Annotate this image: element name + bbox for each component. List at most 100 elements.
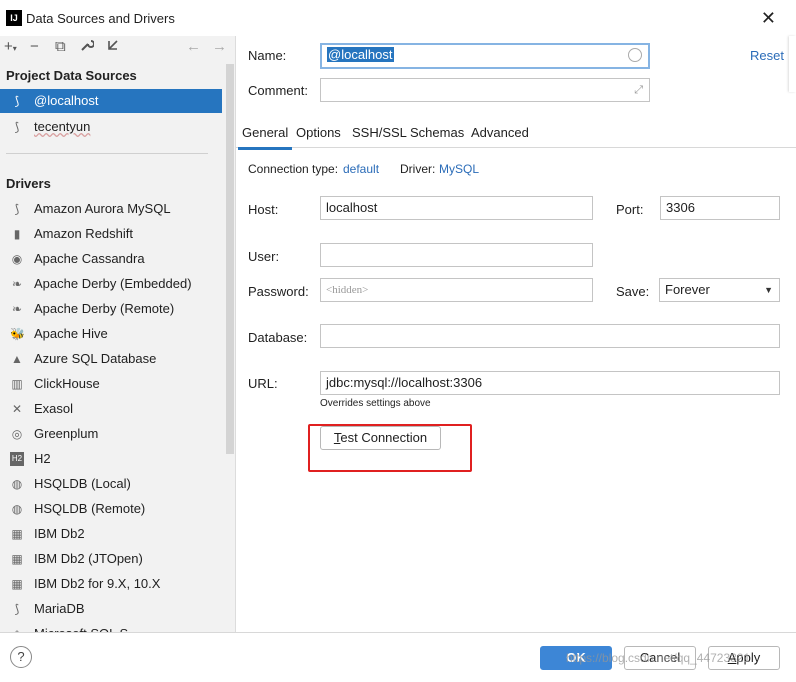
help-icon[interactable]: ? bbox=[10, 646, 32, 668]
tab-ssh-ssl[interactable]: SSH/SSL bbox=[352, 125, 407, 140]
intellij-app-icon: IJ bbox=[6, 10, 22, 26]
sidebar-toolbar: +▾ − ⧉ ← → bbox=[0, 36, 235, 60]
data-sources-sidebar: +▾ − ⧉ ← → Project Data Sources ⟆ @local… bbox=[0, 36, 236, 632]
driver-item[interactable]: ◍ HSQLDB (Local) bbox=[0, 472, 222, 496]
port-label: Port: bbox=[616, 202, 644, 217]
wrench-glyph bbox=[81, 40, 95, 51]
import-glyph bbox=[108, 40, 118, 50]
driver-label: ClickHouse bbox=[34, 376, 100, 391]
driver-link[interactable]: MySQL bbox=[439, 162, 479, 176]
driver-item[interactable]: ▲ Azure SQL Database bbox=[0, 347, 222, 371]
driver-item[interactable]: 🐝 Apache Hive bbox=[0, 322, 222, 346]
reset-link[interactable]: Reset bbox=[750, 48, 784, 63]
driver-item[interactable]: ◈Microsoft SQL S bbox=[0, 622, 222, 632]
driver-item[interactable]: ▥ ClickHouse bbox=[0, 372, 222, 396]
tab-advanced[interactable]: Advanced bbox=[471, 125, 529, 140]
driver-label: Apache Cassandra bbox=[34, 251, 145, 266]
datasource-settings-panel: Name: @localhost Reset Comment: ⤢ Genera… bbox=[236, 36, 796, 632]
driver-icon: ◉ bbox=[11, 252, 23, 266]
name-label: Name: bbox=[248, 48, 287, 63]
driver-item[interactable]: ✕ Exasol bbox=[0, 397, 222, 421]
driver-label: Apache Hive bbox=[34, 326, 108, 341]
tab-general[interactable]: General bbox=[237, 125, 293, 150]
driver-item[interactable]: ◉ Apache Cassandra bbox=[0, 247, 222, 271]
datasource-item-localhost[interactable]: ⟆ @localhost bbox=[0, 89, 222, 113]
driver-label: HSQLDB (Remote) bbox=[34, 501, 146, 516]
driver-item[interactable]: ▮ Amazon Redshift bbox=[0, 222, 222, 246]
save-dropdown[interactable]: Forever ▼ bbox=[659, 278, 780, 302]
watermark-text: https://blog.csdn.net/qq_44723321 bbox=[566, 651, 751, 665]
datasource-item-tecentyun[interactable]: ⟆ tecentyun bbox=[0, 115, 222, 139]
driver-label: Azure SQL Database bbox=[34, 351, 157, 366]
driver-item[interactable]: ❧ Apache Derby (Embedded) bbox=[0, 272, 222, 296]
password-field[interactable]: <hidden> bbox=[320, 278, 593, 302]
wrench-icon[interactable] bbox=[80, 38, 95, 57]
sidebar-scrollbar[interactable] bbox=[226, 64, 234, 454]
driver-label: HSQLDB (Local) bbox=[34, 476, 131, 491]
name-field[interactable]: @localhost bbox=[320, 43, 650, 69]
color-circle-icon[interactable] bbox=[628, 48, 642, 62]
driver-icon: ▦ bbox=[11, 577, 23, 591]
chevron-down-icon: ▼ bbox=[764, 285, 773, 295]
tab-schemas[interactable]: Schemas bbox=[410, 125, 464, 140]
connection-type-label: Connection type: bbox=[248, 162, 339, 176]
database-field[interactable] bbox=[320, 324, 780, 348]
driver-label: MariaDB bbox=[34, 601, 85, 616]
driver-item[interactable]: ◎ Greenplum bbox=[0, 422, 222, 446]
driver-icon: ✕ bbox=[11, 402, 23, 416]
driver-icon: ▥ bbox=[11, 377, 23, 391]
driver-item[interactable]: ▦ IBM Db2 bbox=[0, 522, 222, 546]
connection-type-link[interactable]: default bbox=[343, 162, 379, 176]
driver-icon: ▦ bbox=[11, 552, 23, 566]
driver-icon: ▮ bbox=[13, 227, 21, 241]
comment-label: Comment: bbox=[248, 83, 308, 98]
datasource-label: @localhost bbox=[34, 93, 99, 108]
expand-icon[interactable]: ⤢ bbox=[634, 79, 643, 101]
driver-item[interactable]: ◍ HSQLDB (Remote) bbox=[0, 497, 222, 521]
add-icon[interactable]: +▾ bbox=[4, 38, 17, 58]
driver-label: Driver: bbox=[400, 162, 436, 176]
url-field[interactable]: jdbc:mysql://localhost:3306 bbox=[320, 371, 780, 395]
driver-icon: ❧ bbox=[11, 277, 23, 291]
user-field[interactable] bbox=[320, 243, 593, 267]
edge-scroll-tab bbox=[789, 36, 796, 92]
project-data-sources-title: Project Data Sources bbox=[6, 68, 137, 83]
driver-label: Exasol bbox=[34, 401, 74, 416]
driver-icon: ◍ bbox=[11, 477, 23, 491]
highlight-box bbox=[308, 424, 472, 472]
driver-label: Apache Derby (Embedded) bbox=[34, 276, 192, 291]
comment-field[interactable]: ⤢ bbox=[320, 78, 650, 102]
driver-item[interactable]: ▦ IBM Db2 for 9.X, 10.X bbox=[0, 572, 222, 596]
driver-item[interactable]: H2 H2 bbox=[0, 447, 222, 471]
driver-item[interactable]: ❧ Apache Derby (Remote) bbox=[0, 297, 222, 321]
settings-tabs: General Options SSH/SSL Schemas Advanced bbox=[236, 120, 796, 150]
driver-icon: H2 bbox=[10, 452, 24, 466]
mysql-icon: ⟆ bbox=[14, 94, 20, 108]
driver-label: IBM Db2 for 9.X, 10.X bbox=[34, 576, 161, 591]
forward-icon[interactable]: → bbox=[212, 38, 227, 56]
driver-label: Apache Derby (Remote) bbox=[34, 301, 175, 316]
mysql-icon: ⟆ bbox=[14, 120, 20, 134]
host-label: Host: bbox=[248, 202, 279, 217]
back-icon[interactable]: ← bbox=[186, 38, 201, 56]
host-field[interactable]: localhost bbox=[320, 196, 593, 220]
database-label: Database: bbox=[248, 330, 308, 345]
driver-item[interactable]: ⟆ MariaDB bbox=[0, 597, 222, 621]
tab-options[interactable]: Options bbox=[296, 125, 341, 140]
driver-label: Amazon Redshift bbox=[34, 226, 133, 241]
driver-item[interactable]: ▦ IBM Db2 (JTOpen) bbox=[0, 547, 222, 571]
url-hint: Overrides settings above bbox=[320, 398, 431, 409]
close-icon[interactable]: ✕ bbox=[761, 8, 776, 29]
driver-icon: ▲ bbox=[11, 352, 23, 366]
driver-icon: ❧ bbox=[11, 302, 23, 316]
driver-item[interactable]: ⟆ Amazon Aurora MySQL bbox=[0, 197, 222, 221]
driver-icon: ⟆ bbox=[14, 602, 20, 616]
copy-icon[interactable]: ⧉ bbox=[55, 38, 66, 56]
import-icon[interactable] bbox=[106, 38, 120, 57]
port-field[interactable]: 3306 bbox=[660, 196, 780, 220]
driver-label: H2 bbox=[34, 451, 51, 466]
remove-icon[interactable]: − bbox=[30, 38, 39, 56]
password-label: Password: bbox=[248, 284, 309, 299]
driver-icon: ⟆ bbox=[14, 202, 20, 216]
window-title: Data Sources and Drivers bbox=[26, 11, 175, 26]
